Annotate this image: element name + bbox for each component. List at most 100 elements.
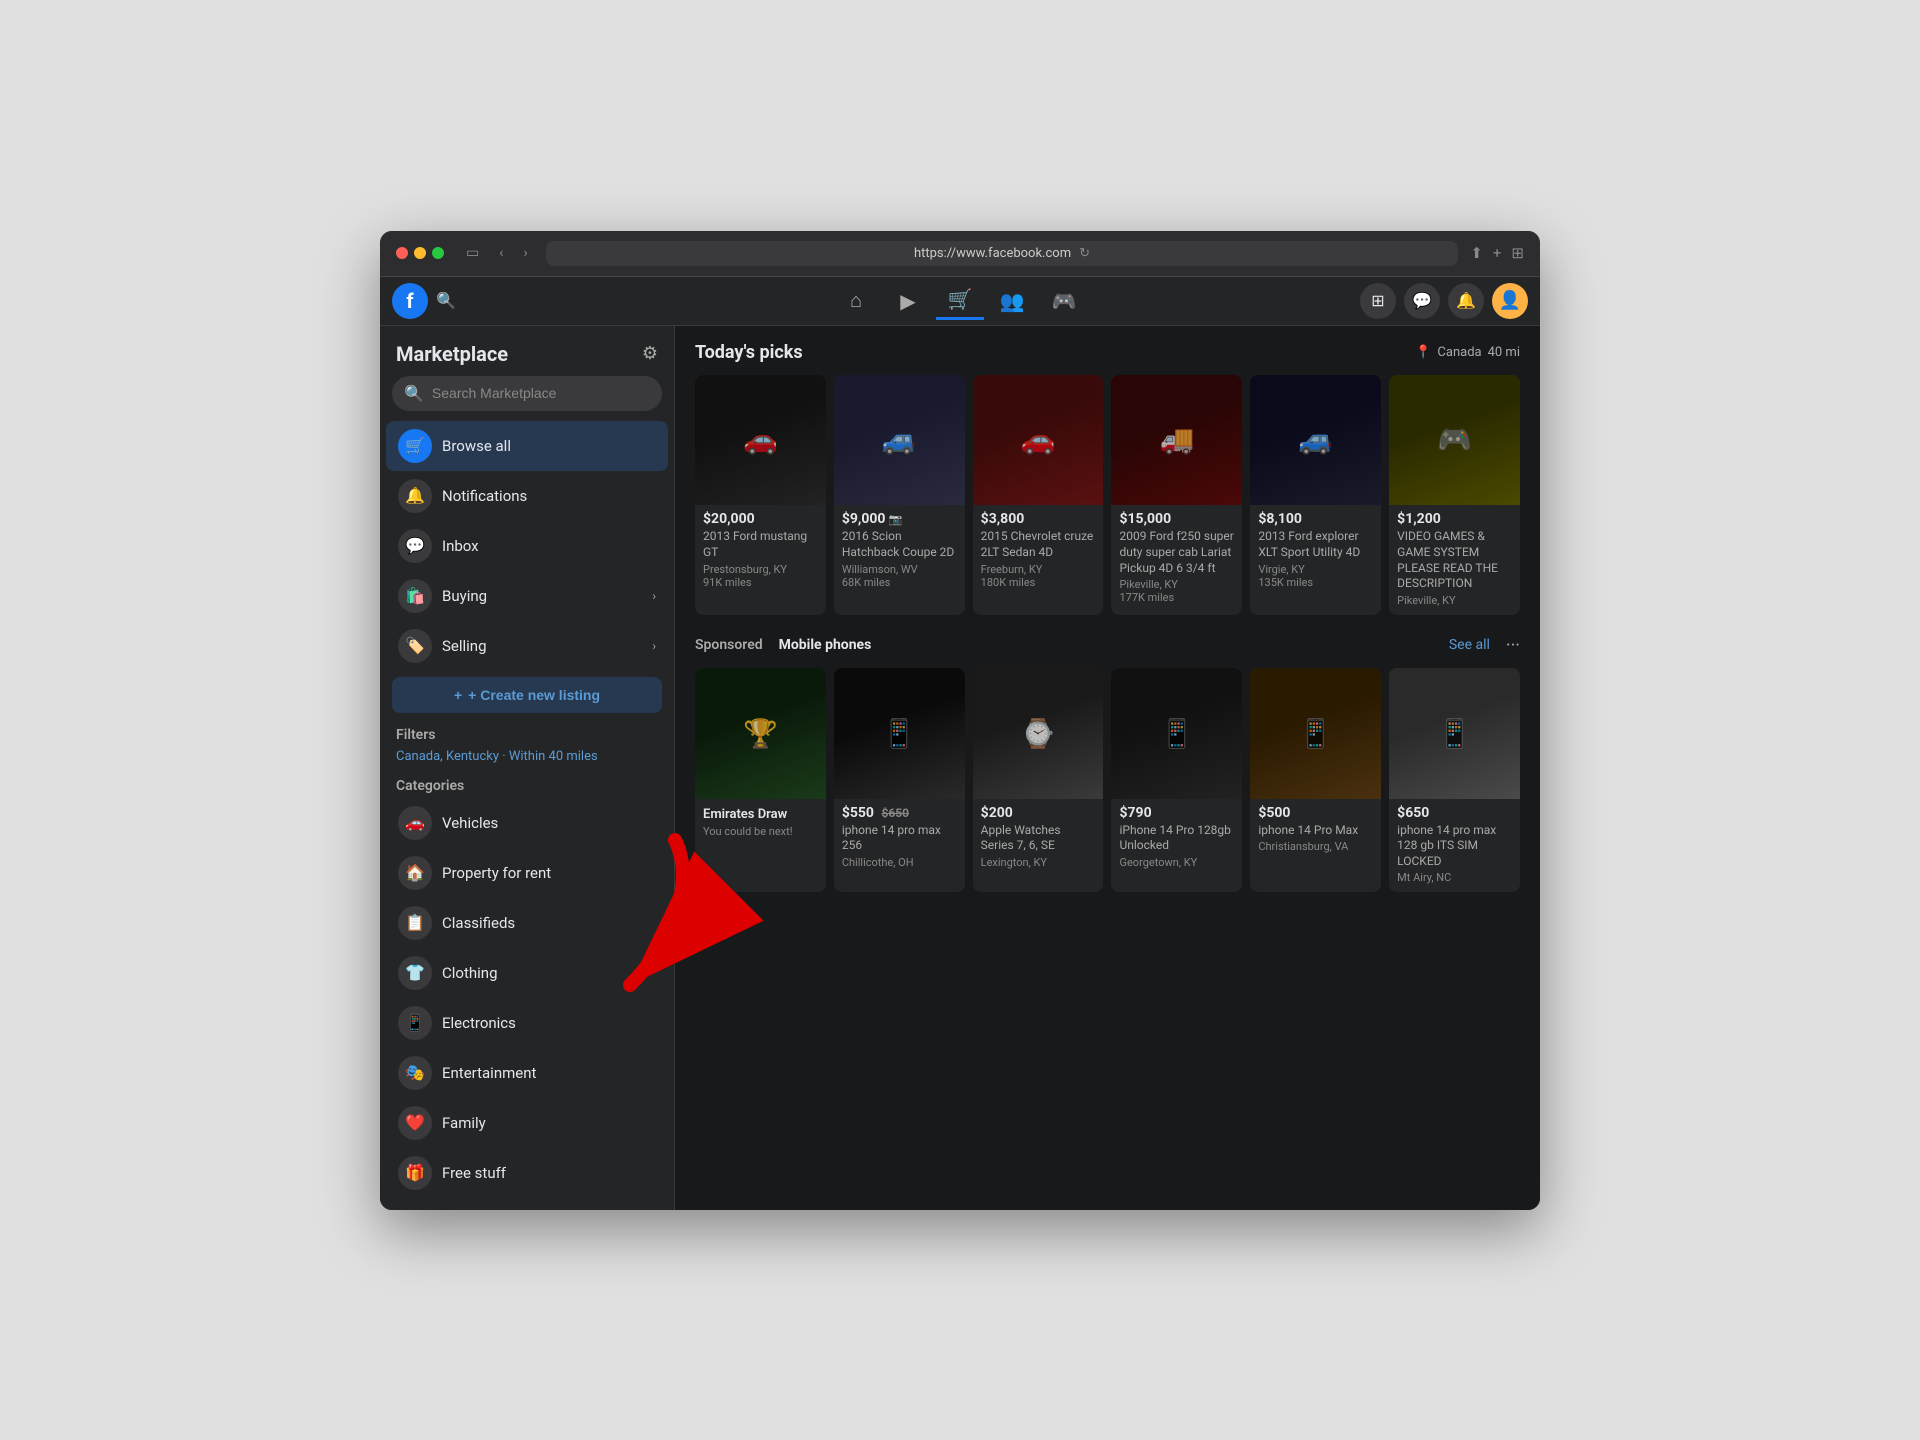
sidebar-item-buying[interactable]: 🛍️ Buying › bbox=[386, 571, 668, 621]
product-info-f250: $15,000 2009 Ford f250 super duty super … bbox=[1111, 505, 1242, 612]
settings-gear-icon[interactable]: ⚙ bbox=[642, 343, 658, 364]
product-miles: 68K miles bbox=[842, 576, 957, 589]
product-location: Georgetown, KY bbox=[1119, 856, 1234, 869]
product-location: Lexington, KY bbox=[981, 856, 1096, 869]
sidebar-item-electronics[interactable]: 📱 Electronics bbox=[386, 998, 668, 1048]
browser-window: ▭ ‹ › https://www.facebook.com ↻ ⬆ + ⊞ f… bbox=[380, 231, 1540, 1210]
plus-icon: + bbox=[454, 687, 462, 703]
location-meta: 📍 Canada 40 mi bbox=[1415, 345, 1520, 360]
close-button[interactable] bbox=[396, 247, 408, 259]
new-tab-icon[interactable]: + bbox=[1493, 244, 1502, 262]
car-placeholder-icon: 🚗 bbox=[743, 423, 778, 456]
nav-watch-button[interactable]: ▶ bbox=[884, 282, 932, 320]
product-name: VIDEO GAMES & GAME SYSTEM PLEASE READ TH… bbox=[1397, 529, 1512, 591]
refresh-icon[interactable]: ↻ bbox=[1079, 246, 1090, 261]
address-bar[interactable]: https://www.facebook.com ↻ bbox=[546, 241, 1459, 266]
create-listing-button[interactable]: + + Create new listing bbox=[392, 677, 662, 713]
fb-navbar: f 🔍 ⌂ ▶ 🛒 👥 🎮 ⊞ 💬 🔔 👤 bbox=[380, 277, 1540, 326]
maximize-button[interactable] bbox=[432, 247, 444, 259]
minimize-button[interactable] bbox=[414, 247, 426, 259]
sidebar-item-vehicles[interactable]: 🚗 Vehicles bbox=[386, 798, 668, 848]
sidebar-item-family[interactable]: ❤️ Family bbox=[386, 1098, 668, 1148]
filter-location-link[interactable]: Canada, Kentucky · Within 40 miles bbox=[380, 747, 674, 770]
search-bar[interactable]: 🔍 bbox=[392, 376, 662, 411]
product-location: Pikeville, KY bbox=[1119, 578, 1234, 591]
product-card-mustang[interactable]: 🚗 $20,000 2013 Ford mustang GT Prestonsb… bbox=[695, 375, 826, 615]
product-name: 2015 Chevrolet cruze 2LT Sedan 4D bbox=[981, 529, 1096, 560]
product-price: $8,100 bbox=[1258, 511, 1373, 527]
nav-groups-button[interactable]: 👥 bbox=[988, 282, 1036, 320]
sponsored-grid: 🏆 Emirates Draw You could be next! 📱 bbox=[695, 668, 1520, 893]
notifications-icon[interactable]: 🔔 bbox=[1448, 283, 1484, 319]
sponsored-card-draw[interactable]: 🏆 Emirates Draw You could be next! bbox=[695, 668, 826, 893]
sidebar-toggle-icon[interactable]: ▭ bbox=[460, 243, 485, 263]
property-rent-icon: 🏠 bbox=[398, 856, 432, 890]
sponsored-card-phone1[interactable]: 📱 $550 $650 iphone 14 pro max 256 Chilli… bbox=[834, 668, 965, 893]
nav-marketplace-button[interactable]: 🛒 bbox=[936, 282, 984, 320]
product-name: iphone 14 Pro Max bbox=[1258, 823, 1373, 839]
more-options-icon[interactable]: ··· bbox=[1506, 635, 1520, 656]
sponsored-info-draw: Emirates Draw You could be next! bbox=[695, 799, 826, 847]
product-info-scion: $9,000 📷 2016 Scion Hatchback Coupe 2D W… bbox=[834, 505, 965, 596]
clothing-label: Clothing bbox=[442, 964, 656, 982]
forward-icon[interactable]: › bbox=[517, 243, 533, 263]
product-info-pikachu: $1,200 VIDEO GAMES & GAME SYSTEM PLEASE … bbox=[1389, 505, 1520, 614]
sidebar-item-selling[interactable]: 🏷️ Selling › bbox=[386, 621, 668, 671]
sidebar-item-inbox[interactable]: 💬 Inbox bbox=[386, 521, 668, 571]
family-label: Family bbox=[442, 1114, 656, 1132]
product-location: Chillicothe, OH bbox=[842, 856, 957, 869]
sidebar-item-clothing[interactable]: 👕 Clothing bbox=[386, 948, 668, 998]
grid-icon[interactable]: ⊞ bbox=[1511, 244, 1524, 262]
entertainment-label: Entertainment bbox=[442, 1064, 656, 1082]
user-avatar[interactable]: 👤 bbox=[1492, 283, 1528, 319]
truck-placeholder-icon: 🚚 bbox=[1159, 423, 1194, 456]
apps-icon[interactable]: ⊞ bbox=[1360, 283, 1396, 319]
sponsored-info-watch: $200 Apple Watches Series 7, 6, SE Lexin… bbox=[973, 799, 1104, 877]
nav-gaming-button[interactable]: 🎮 bbox=[1040, 282, 1088, 320]
fb-logo[interactable]: f bbox=[392, 283, 428, 319]
sidebar-item-classifieds[interactable]: 📋 Classifieds bbox=[386, 898, 668, 948]
sidebar-item-free-stuff[interactable]: 🎁 Free stuff bbox=[386, 1148, 668, 1198]
classifieds-icon: 📋 bbox=[398, 906, 432, 940]
product-img-pikachu: 🎮 bbox=[1389, 375, 1520, 506]
sponsored-card-iphone14-gold[interactable]: 📱 $500 iphone 14 Pro Max Christiansburg,… bbox=[1250, 668, 1381, 893]
search-input[interactable] bbox=[432, 385, 650, 401]
product-miles: 135K miles bbox=[1258, 576, 1373, 589]
notifications-bell-icon: 🔔 bbox=[398, 479, 432, 513]
vehicles-label: Vehicles bbox=[442, 814, 656, 832]
product-card-explorer[interactable]: 🚙 $8,100 2013 Ford explorer XLT Sport Ut… bbox=[1250, 375, 1381, 615]
sponsored-sub: You could be next! bbox=[703, 825, 818, 838]
sidebar-item-entertainment[interactable]: 🎭 Entertainment bbox=[386, 1048, 668, 1098]
inbox-icon: 💬 bbox=[398, 529, 432, 563]
sidebar-item-notifications[interactable]: 🔔 Notifications bbox=[386, 471, 668, 521]
see-all-link[interactable]: See all bbox=[1449, 637, 1490, 653]
product-name: iphone 14 pro max 256 bbox=[842, 823, 957, 854]
sponsored-section: Sponsored Mobile phones See all ··· 🏆 Em… bbox=[695, 635, 1520, 893]
search-icon[interactable]: 🔍 bbox=[436, 291, 456, 310]
vehicles-icon: 🚗 bbox=[398, 806, 432, 840]
selling-icon: 🏷️ bbox=[398, 629, 432, 663]
sponsored-card-watch[interactable]: ⌚ $200 Apple Watches Series 7, 6, SE Lex… bbox=[973, 668, 1104, 893]
product-card-scion[interactable]: 🚙 $9,000 📷 2016 Scion Hatchback Coupe 2D… bbox=[834, 375, 965, 615]
share-icon[interactable]: ⬆ bbox=[1470, 244, 1483, 262]
product-card-pikachu[interactable]: 🎮 $1,200 VIDEO GAMES & GAME SYSTEM PLEAS… bbox=[1389, 375, 1520, 615]
electronics-icon: 📱 bbox=[398, 1006, 432, 1040]
product-card-f250[interactable]: 🚚 $15,000 2009 Ford f250 super duty supe… bbox=[1111, 375, 1242, 615]
messenger-icon[interactable]: 💬 bbox=[1404, 283, 1440, 319]
sponsored-card-iphone14[interactable]: 📱 $790 iPhone 14 Pro 128gb Unlocked Geor… bbox=[1111, 668, 1242, 893]
free-stuff-icon: 🎁 bbox=[398, 1156, 432, 1190]
product-name: Apple Watches Series 7, 6, SE bbox=[981, 823, 1096, 854]
sidebar-item-property-rent[interactable]: 🏠 Property for rent bbox=[386, 848, 668, 898]
distance-text: 40 mi bbox=[1488, 345, 1520, 360]
sponsored-info-iphone14-gold: $500 iphone 14 Pro Max Christiansburg, V… bbox=[1250, 799, 1381, 862]
sponsored-card-iphone14-sim[interactable]: 📱 $650 iphone 14 pro max 128 gb ITS SIM … bbox=[1389, 668, 1520, 893]
product-price: $15,000 bbox=[1119, 511, 1234, 527]
back-icon[interactable]: ‹ bbox=[493, 243, 509, 263]
sidebar-item-browse-all[interactable]: 🛒 Browse all bbox=[386, 421, 668, 471]
nav-home-button[interactable]: ⌂ bbox=[832, 282, 880, 320]
fb-nav-right: ⊞ 💬 🔔 👤 bbox=[1360, 283, 1540, 319]
traffic-lights bbox=[396, 247, 444, 259]
product-name: iPhone 14 Pro 128gb Unlocked bbox=[1119, 823, 1234, 854]
product-card-cruze[interactable]: 🚗 $3,800 2015 Chevrolet cruze 2LT Sedan … bbox=[973, 375, 1104, 615]
free-stuff-label: Free stuff bbox=[442, 1164, 656, 1182]
